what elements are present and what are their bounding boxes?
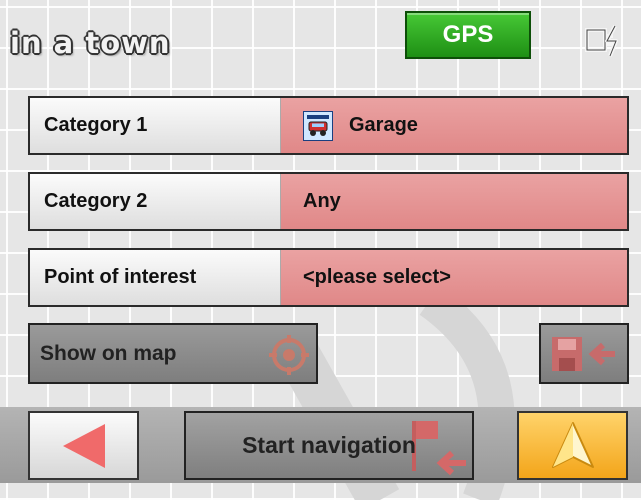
category-1-value[interactable]: Garage: [281, 98, 627, 153]
back-arrow-icon: [62, 423, 105, 468]
navigate-go-button[interactable]: [517, 411, 628, 480]
start-navigation-button[interactable]: Start navigation: [184, 411, 474, 480]
show-on-map-label: Show on map: [40, 341, 177, 365]
power-icon[interactable]: [583, 22, 633, 58]
category-2-value[interactable]: Any: [281, 174, 627, 229]
point-of-interest-value[interactable]: <please select>: [281, 250, 627, 305]
category-1-value-text: Garage: [349, 114, 418, 136]
target-icon: [269, 335, 309, 375]
back-button[interactable]: [28, 411, 139, 480]
point-of-interest-label: Point of interest: [30, 250, 281, 305]
page-title: in a town: [10, 26, 171, 60]
car-repair-icon: [303, 110, 333, 141]
show-on-map-button[interactable]: Show on map: [28, 323, 318, 384]
category-2-label: Category 2: [30, 174, 281, 229]
header: in a town GPS: [0, 0, 641, 90]
point-of-interest-row[interactable]: Point of interest <please select>: [28, 248, 629, 307]
category-1-label: Category 1: [30, 98, 281, 153]
save-to-favorites-button[interactable]: [539, 323, 629, 384]
start-navigation-label: Start navigation: [242, 432, 416, 458]
navigation-arrow-icon: [551, 421, 594, 468]
category-1-row[interactable]: Category 1 Garage: [28, 96, 629, 155]
gps-status-button[interactable]: GPS: [405, 11, 531, 59]
save-to-favorites-icon: [552, 336, 615, 371]
category-2-row[interactable]: Category 2 Any: [28, 172, 629, 231]
